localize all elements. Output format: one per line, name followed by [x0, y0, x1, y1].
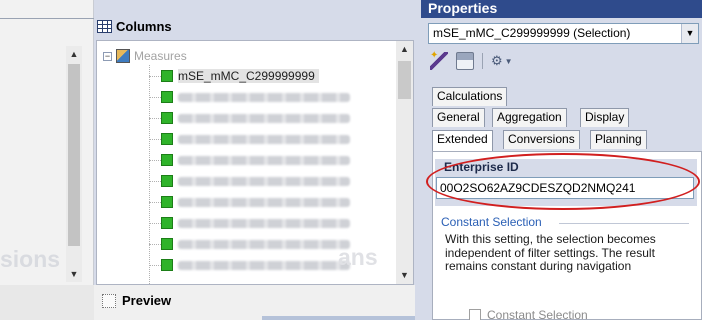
tab-conversions[interactable]: Conversions: [503, 130, 580, 149]
redacted-label: [178, 155, 350, 165]
rows-footer: [0, 285, 94, 320]
tree-branch-line: [149, 75, 161, 77]
collapse-icon[interactable]: −: [103, 51, 112, 61]
tree-branch-line: [149, 201, 161, 203]
rows-pane-header-line: [0, 18, 94, 19]
key-figure-icon: [161, 175, 173, 187]
tab-calculations[interactable]: Calculations: [432, 87, 508, 106]
tab-general[interactable]: General: [432, 108, 485, 127]
scroll-up-icon[interactable]: ▲: [396, 41, 413, 58]
redacted-label: [178, 92, 350, 102]
preview-title: Preview: [102, 293, 171, 308]
constant-selection-checkbox[interactable]: Constant Selection: [469, 308, 588, 320]
key-figure-icon: [161, 259, 173, 271]
tree-branch-line: [149, 222, 161, 224]
constant-selection-description: With this setting, the selection becomes…: [445, 232, 656, 273]
constant-selection-checkbox-label: Constant Selection: [487, 308, 588, 320]
tree-branch-line: [149, 117, 161, 119]
enterprise-id-label: Enterprise ID: [444, 160, 519, 174]
key-figure-icon: [161, 70, 173, 82]
key-figure-icon: [161, 112, 173, 124]
toolbar-separator: [482, 53, 483, 69]
columns-scrollbar[interactable]: ▲ ▼: [396, 41, 413, 284]
scroll-thumb[interactable]: [68, 64, 80, 246]
rows-pane: ▲ ▼ sions: [0, 0, 94, 285]
key-figure-icon: [161, 238, 173, 250]
columns-grid-icon: [97, 20, 112, 33]
tree-branch-line: [149, 159, 161, 161]
tree-branch-line: [149, 96, 161, 98]
tab-planning[interactable]: Planning: [590, 130, 647, 149]
key-figure-icon: [161, 196, 173, 208]
tree-branch-line: [149, 138, 161, 140]
tab-display[interactable]: Display: [580, 108, 630, 127]
tree-root-measures[interactable]: − Measures: [103, 49, 187, 63]
chevron-down-icon[interactable]: ▼: [681, 24, 698, 43]
scroll-down-icon[interactable]: ▼: [66, 266, 82, 282]
tools-icon: ⚙: [491, 53, 503, 68]
rows-ghost-text: sions: [0, 246, 61, 272]
selection-dropdown-value: mSE_mMC_C299999999 (Selection): [433, 26, 631, 40]
section-divider: [559, 223, 689, 224]
redacted-label: [178, 260, 350, 270]
preview-header-bar: [262, 316, 415, 320]
checkbox-icon[interactable]: [469, 309, 481, 320]
tree-item[interactable]: [149, 89, 350, 105]
properties-toolbar: ⚙▼: [430, 50, 513, 70]
tree-branch-line: [149, 180, 161, 182]
scroll-thumb[interactable]: [398, 61, 411, 99]
key-figure-icon: [161, 217, 173, 229]
selected-measure-label: mSE_mMC_C299999999: [178, 69, 319, 83]
key-figure-icon: [161, 91, 173, 103]
tree-item[interactable]: [149, 236, 350, 252]
columns-ghost-text: ans: [338, 244, 378, 270]
tree-item[interactable]: [149, 194, 350, 210]
save-icon[interactable]: [456, 52, 474, 70]
scroll-up-icon[interactable]: ▲: [66, 46, 82, 62]
tree-item[interactable]: [149, 131, 350, 147]
tree-root-label: Measures: [134, 49, 187, 63]
constant-selection-title: Constant Selection: [441, 215, 542, 229]
tab-extended[interactable]: Extended: [432, 130, 493, 151]
tree-item[interactable]: [149, 173, 350, 189]
redacted-label: [178, 134, 350, 144]
redacted-label: [178, 218, 350, 228]
selection-dropdown[interactable]: mSE_mMC_C299999999 (Selection) ▼: [428, 23, 699, 44]
tree-branch-line: [149, 264, 161, 266]
properties-title: Properties: [421, 0, 702, 18]
tree-item[interactable]: [149, 215, 350, 231]
redacted-label: [178, 113, 350, 123]
key-figure-icon: [161, 154, 173, 166]
enterprise-id-field[interactable]: 00O2SO62AZ9CDESZQD2NMQ241: [436, 177, 694, 199]
tree-item[interactable]: [149, 110, 350, 126]
tab-aggregation[interactable]: Aggregation: [492, 108, 567, 127]
redacted-label: [178, 176, 350, 186]
redacted-label: [178, 239, 350, 249]
preview-title-label: Preview: [122, 293, 172, 308]
tree-item-selected[interactable]: mSE_mMC_C299999999: [149, 68, 319, 84]
tree-item[interactable]: [149, 257, 350, 273]
preview-icon: [102, 293, 116, 308]
columns-title-label: Columns: [116, 19, 172, 34]
tree-branch-line: [149, 243, 161, 245]
tools-menu-button[interactable]: ⚙ ▼: [491, 53, 513, 69]
wand-icon[interactable]: [430, 50, 448, 70]
measures-icon: [116, 49, 130, 63]
columns-title: Columns: [97, 19, 172, 34]
tree-item[interactable]: [149, 152, 350, 168]
chevron-down-icon: ▼: [504, 56, 513, 66]
key-figure-icon: [161, 133, 173, 145]
rows-pane-scrollbar[interactable]: ▲ ▼: [66, 46, 82, 282]
scroll-down-icon[interactable]: ▼: [396, 267, 413, 284]
redacted-label: [178, 197, 350, 207]
